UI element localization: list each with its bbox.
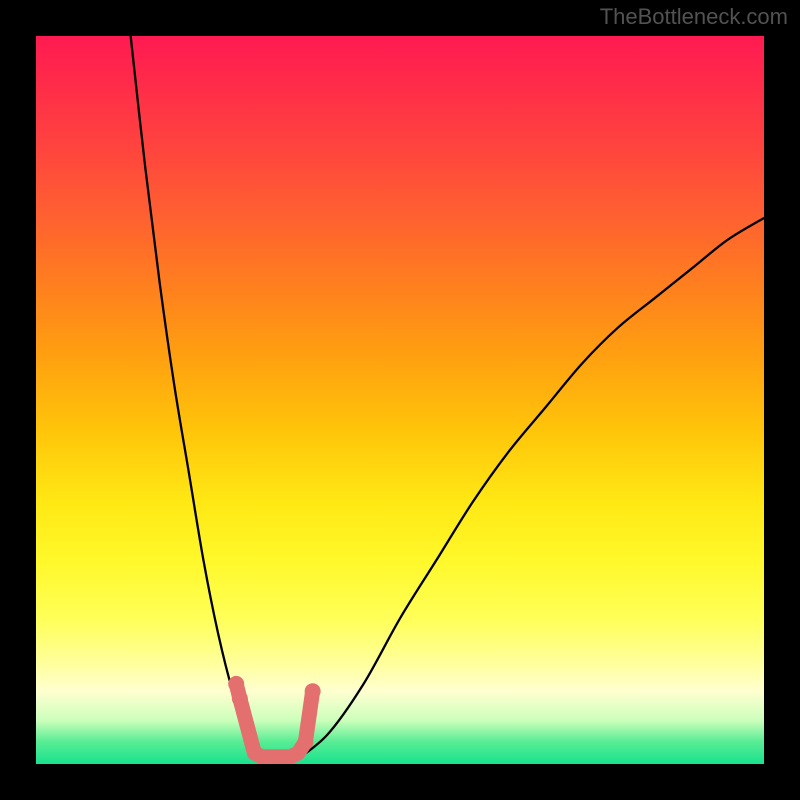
sweet-spot-dot (297, 734, 313, 750)
chart-container: TheBottleneck.com (0, 0, 800, 800)
sweet-spot-dot (232, 690, 248, 706)
chart-svg (36, 36, 764, 764)
sweet-spot-dot (305, 683, 321, 699)
sweet-spot-dot (228, 676, 244, 692)
plot-area (36, 36, 764, 764)
left-branch-line (131, 36, 262, 764)
watermark-text: TheBottleneck.com (600, 4, 788, 30)
sweet-spot-markers (228, 676, 320, 757)
right-branch-line (291, 218, 764, 764)
